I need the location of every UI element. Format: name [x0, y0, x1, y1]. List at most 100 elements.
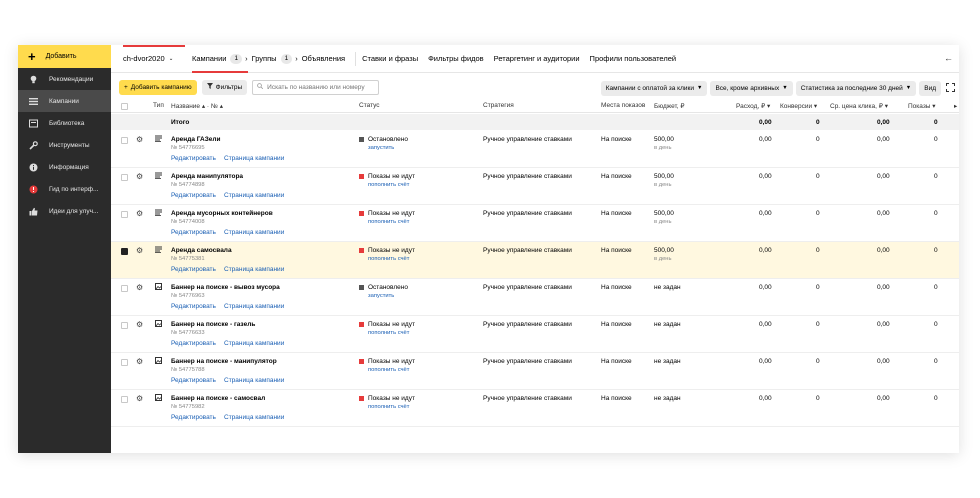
col-strategy[interactable]: Стратегия	[483, 102, 514, 109]
view-button[interactable]: Вид	[919, 80, 941, 96]
edit-link[interactable]: Редактировать	[171, 303, 216, 310]
campaign-name[interactable]: Баннер на поиске - манипулятор	[171, 358, 277, 365]
campaign-page-link[interactable]: Страница кампании	[224, 192, 284, 199]
campaign-page-link[interactable]: Страница кампании	[224, 377, 284, 384]
status-action-link[interactable]: запустить	[368, 145, 394, 151]
search-input[interactable]	[267, 83, 378, 91]
arrow-left-icon[interactable]: ←	[944, 53, 953, 63]
campaign-page-link[interactable]: Страница кампании	[224, 340, 284, 347]
filters-button[interactable]: Фильтры	[201, 79, 248, 95]
add-campaign-button[interactable]: + Добавить кампанию	[119, 79, 197, 95]
table-row[interactable]: ⚙ Баннер на поиске - самосвал № 54775982 Ре…	[111, 390, 959, 427]
status-action-link[interactable]: запустить	[368, 293, 394, 299]
row-checkbox[interactable]	[121, 396, 128, 405]
status-action-link[interactable]: пополнить счёт	[368, 404, 409, 410]
add-button[interactable]: + Добавить	[18, 45, 111, 68]
row-checkbox[interactable]	[121, 137, 128, 146]
campaign-name[interactable]: Аренда ГАЗели	[171, 136, 221, 143]
sidebar-item-ideas[interactable]: Идеи для улуч...	[18, 200, 111, 222]
search-box[interactable]	[252, 79, 380, 95]
sidebar-item-library[interactable]: Библиотека	[18, 112, 111, 134]
table-row[interactable]: ⚙ Аренда манипулятора № 54774898 Редактиров…	[111, 168, 959, 205]
row-checkbox[interactable]	[121, 211, 128, 220]
fullscreen-icon[interactable]	[946, 79, 955, 97]
account-selector[interactable]: ch-dvor2020 ⌄	[111, 45, 185, 73]
gear-icon[interactable]: ⚙	[136, 172, 143, 181]
table-row[interactable]: ⚙ Баннер на поиске - вывоз мусора № 547769…	[111, 279, 959, 316]
col-conversions[interactable]: Конверсии ▾	[780, 102, 817, 110]
edit-link[interactable]: Редактировать	[171, 377, 216, 384]
sidebar-item-guide[interactable]: Гид по интерф...	[18, 178, 111, 200]
select-all-checkbox[interactable]	[121, 103, 128, 112]
campaign-page-link[interactable]: Страница кампании	[224, 414, 284, 421]
campaign-name[interactable]: Аренда мусорных контейнеров	[171, 210, 273, 217]
text-ad-icon	[155, 135, 162, 144]
gear-icon[interactable]: ⚙	[136, 394, 143, 403]
payment-type-select[interactable]: Кампании с оплатой за клики ▼	[600, 80, 708, 96]
gear-icon[interactable]: ⚙	[136, 283, 143, 292]
sidebar-item-tools[interactable]: Инструменты	[18, 134, 111, 156]
sidebar-item-campaigns[interactable]: Кампании	[18, 90, 111, 112]
edit-link[interactable]: Редактировать	[171, 414, 216, 421]
campaign-name[interactable]: Аренда самосвала	[171, 247, 232, 254]
row-checkbox[interactable]	[121, 359, 128, 368]
campaign-page-link[interactable]: Страница кампании	[224, 155, 284, 162]
total-conversions: 0	[816, 119, 820, 126]
col-more[interactable]: ▸	[954, 102, 957, 110]
link-retargeting[interactable]: Ретаргетинг и аудитории	[494, 54, 580, 63]
col-shows[interactable]: Показы ▾	[908, 102, 936, 110]
table-row[interactable]: ⚙ Аренда ГАЗели № 54776695 Редактировать Стр…	[111, 131, 959, 168]
row-checkbox[interactable]	[121, 248, 128, 257]
campaign-page-link[interactable]: Страница кампании	[224, 303, 284, 310]
row-checkbox[interactable]	[121, 285, 128, 294]
table-row[interactable]: ⚙ Баннер на поиске - газель № 54776633 Реда…	[111, 316, 959, 353]
table-row[interactable]: ⚙ Аренда мусорных контейнеров № 54774008 Ре…	[111, 205, 959, 242]
status-action-link[interactable]: пополнить счёт	[368, 219, 409, 225]
link-user-profiles[interactable]: Профили пользователей	[590, 54, 677, 63]
tab-campaigns[interactable]: Кампании 1 ›	[192, 45, 248, 73]
status-action-link[interactable]: пополнить счёт	[368, 182, 409, 188]
strategy: Ручное управление ставками	[483, 247, 572, 254]
campaign-page-link[interactable]: Страница кампании	[224, 229, 284, 236]
stats-period-select[interactable]: Статистика за последние 30 дней ▼	[795, 80, 917, 96]
campaign-name[interactable]: Баннер на поиске - газель	[171, 321, 255, 328]
campaign-name[interactable]: Аренда манипулятора	[171, 173, 243, 180]
campaign-name[interactable]: Баннер на поиске - вывоз мусора	[171, 284, 280, 291]
col-status[interactable]: Статус	[359, 102, 380, 109]
status-action-link[interactable]: пополнить счёт	[368, 330, 409, 336]
edit-link[interactable]: Редактировать	[171, 340, 216, 347]
gear-icon[interactable]: ⚙	[136, 320, 143, 329]
table-row[interactable]: ⚙ Баннер на поиске - манипулятор № 5477578…	[111, 353, 959, 390]
edit-link[interactable]: Редактировать	[171, 155, 216, 162]
row-checkbox[interactable]	[121, 174, 128, 183]
table-row[interactable]: ⚙ Аренда самосвала № 54775381 Редактировать…	[111, 242, 959, 279]
row-checkbox[interactable]	[121, 322, 128, 331]
banner-icon	[155, 320, 162, 329]
campaign-name[interactable]: Баннер на поиске - самосвал	[171, 395, 265, 402]
sidebar-item-recommendations[interactable]: Рекомендации	[18, 68, 111, 90]
edit-link[interactable]: Редактировать	[171, 192, 216, 199]
edit-link[interactable]: Редактировать	[171, 266, 216, 273]
col-budget[interactable]: Бюджет, ₽	[654, 102, 685, 110]
gear-icon[interactable]: ⚙	[136, 209, 143, 218]
col-spend[interactable]: Расход, ₽ ▾	[736, 102, 770, 110]
gear-icon[interactable]: ⚙	[136, 357, 143, 366]
gear-icon[interactable]: ⚙	[136, 135, 143, 144]
status-action-link[interactable]: пополнить счёт	[368, 256, 409, 262]
campaign-number: № 54776963	[171, 293, 205, 299]
col-name[interactable]: Название ▴ · № ▴	[171, 102, 223, 110]
archive-select[interactable]: Все, кроме архивных ▼	[710, 80, 793, 96]
tab-ads[interactable]: Объявления	[302, 45, 345, 73]
link-bids[interactable]: Ставки и фразы	[362, 54, 418, 63]
gear-icon[interactable]: ⚙	[136, 246, 143, 255]
edit-link[interactable]: Редактировать	[171, 229, 216, 236]
link-feed-filters[interactable]: Фильтры фидов	[428, 54, 484, 63]
tab-groups[interactable]: Группы 1 ›	[252, 45, 298, 73]
sidebar-item-info[interactable]: Информация	[18, 156, 111, 178]
col-cpc[interactable]: Ср. цена клика, ₽ ▾	[830, 102, 888, 110]
budget-period: в день	[654, 219, 672, 225]
campaign-page-link[interactable]: Страница кампании	[224, 266, 284, 273]
status: Показы не идут	[359, 210, 415, 217]
status-action-link[interactable]: пополнить счёт	[368, 367, 409, 373]
col-places[interactable]: Места показов	[601, 102, 645, 109]
